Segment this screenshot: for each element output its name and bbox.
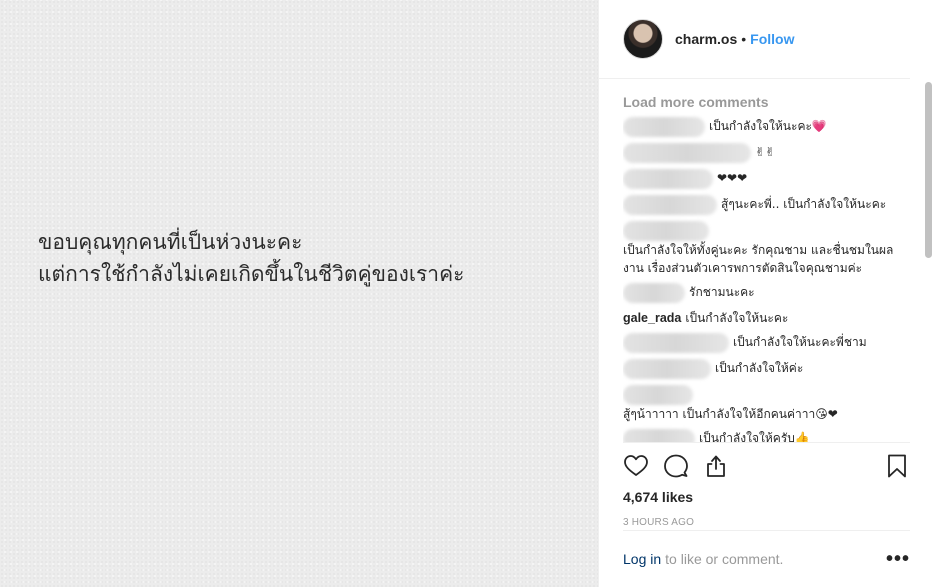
comment-text: ❤❤❤ bbox=[717, 171, 748, 185]
avatar[interactable] bbox=[623, 19, 663, 59]
blurred-username[interactable] bbox=[623, 221, 709, 241]
likes-count[interactable]: 4,674 likes bbox=[623, 489, 910, 505]
post-sidebar: charm.os • Follow Load more comments เป็… bbox=[598, 0, 934, 587]
share-icon[interactable] bbox=[703, 453, 729, 479]
action-icons bbox=[623, 443, 910, 489]
comment-text: เป็นกำลังใจให้ค่ะ bbox=[715, 361, 804, 375]
post-image: ขอบคุณทุกคนที่เป็นห่วงนะคะ แต่การใช้กำลั… bbox=[0, 0, 598, 587]
post-header: charm.os • Follow bbox=[599, 0, 910, 79]
comment-text: เป็นกำลังใจให้นะคะพี่ชาม bbox=[733, 335, 867, 349]
comment-text: สู้ๆน้าาาาา เป็นกำลังใจให้อีกคนค่าาา😘❤ bbox=[623, 407, 838, 421]
comment-item: ✌✌ bbox=[623, 143, 907, 163]
comments-scrollbar[interactable] bbox=[925, 82, 932, 258]
comment-text: เป็นกำลังใจให้ครับ👍 bbox=[699, 431, 810, 442]
post-timestamp: 3 HOURS AGO bbox=[623, 517, 695, 528]
comment-text: ✌✌ bbox=[755, 145, 776, 159]
comment-icon[interactable] bbox=[663, 453, 689, 479]
blurred-username[interactable] bbox=[623, 359, 711, 379]
blurred-username[interactable] bbox=[623, 429, 695, 442]
heart-icon[interactable] bbox=[623, 453, 649, 479]
bookmark-icon[interactable] bbox=[884, 453, 910, 479]
comment-item: เป็นกำลังใจให้ทั้งคู่นะคะ รักคุณชาม และช… bbox=[623, 221, 907, 277]
comment-item: เป็นกำลังใจให้ครับ👍 bbox=[623, 429, 907, 442]
separator-dot: • bbox=[741, 31, 747, 47]
comment-item: เป็นกำลังใจให้นะคะพี่ชาม bbox=[623, 333, 907, 353]
login-prompt-text: to like or comment. bbox=[665, 551, 784, 567]
comment-item: เป็นกำลังใจให้นะคะ💗 bbox=[623, 117, 907, 137]
username[interactable]: charm.os bbox=[675, 31, 737, 47]
comment-item: รักชามนะคะ bbox=[623, 283, 907, 303]
load-more-comments-button[interactable]: Load more comments bbox=[623, 93, 907, 111]
comment-text: รักชามนะคะ bbox=[689, 285, 755, 299]
image-caption-line-2: แต่การใช้กำลังไม่เคยเกิดขึ้นในชีวิตคู่ขอ… bbox=[38, 262, 465, 286]
more-options-icon[interactable]: ••• bbox=[886, 549, 910, 569]
post-actions: 4,674 likes 3 HOURS AGO bbox=[623, 442, 910, 528]
blurred-username[interactable] bbox=[623, 385, 693, 405]
comment-item: gale_rada เป็นกำลังใจให้นะคะ bbox=[623, 309, 907, 327]
follow-button[interactable]: Follow bbox=[750, 31, 794, 47]
comment-username[interactable]: gale_rada bbox=[623, 309, 681, 327]
image-caption: ขอบคุณทุกคนที่เป็นห่วงนะคะ แต่การใช้กำลั… bbox=[38, 226, 464, 290]
login-bar: Log in to like or comment. ••• bbox=[623, 530, 910, 587]
comment-text: เป็นกำลังใจให้นะคะ💗 bbox=[709, 119, 827, 133]
blurred-username[interactable] bbox=[623, 195, 717, 215]
comment-item: เป็นกำลังใจให้ค่ะ bbox=[623, 359, 907, 379]
blurred-username[interactable] bbox=[623, 143, 751, 163]
comment-item: สู้ๆน้าาาาา เป็นกำลังใจให้อีกคนค่าาา😘❤ bbox=[623, 385, 907, 423]
comment-text: เป็นกำลังใจให้ทั้งคู่นะคะ รักคุณชาม และช… bbox=[623, 243, 894, 275]
blurred-username[interactable] bbox=[623, 333, 729, 353]
comments-list: Load more comments เป็นกำลังใจให้นะคะ💗 ✌… bbox=[623, 88, 907, 442]
comment-item: สู้ๆนะคะพี่.. เป็นกำลังใจให้นะคะ bbox=[623, 195, 907, 215]
comment-text: สู้ๆนะคะพี่.. เป็นกำลังใจให้นะคะ bbox=[721, 197, 887, 211]
comment-text: เป็นกำลังใจให้นะคะ bbox=[685, 311, 789, 325]
blurred-username[interactable] bbox=[623, 283, 685, 303]
comment-item: ❤❤❤ bbox=[623, 169, 907, 189]
blurred-username[interactable] bbox=[623, 169, 713, 189]
login-link[interactable]: Log in bbox=[623, 551, 661, 567]
image-caption-line-1: ขอบคุณทุกคนที่เป็นห่วงนะคะ bbox=[38, 230, 303, 254]
blurred-username[interactable] bbox=[623, 117, 705, 137]
